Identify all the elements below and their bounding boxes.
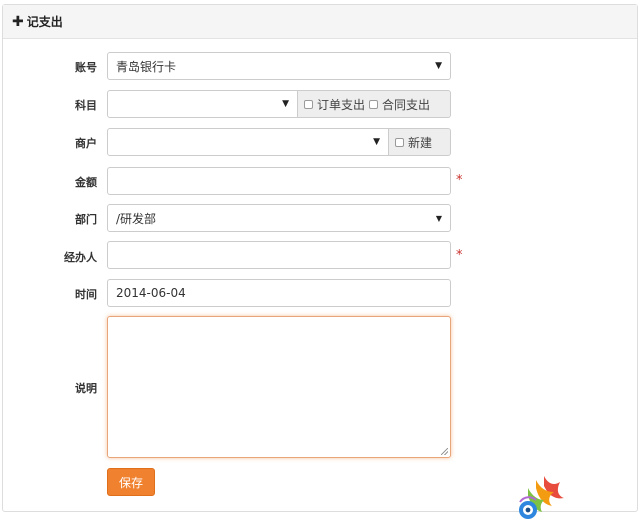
dropdown-caret-icon: ▼ bbox=[373, 137, 380, 147]
checkbox-icon[interactable] bbox=[395, 137, 404, 147]
amount-label: 金额 bbox=[75, 176, 97, 189]
department-label: 部门 bbox=[75, 213, 97, 226]
account-label: 账号 bbox=[75, 61, 97, 74]
amount-input[interactable] bbox=[107, 167, 451, 195]
merchant-label: 商户 bbox=[75, 137, 97, 150]
dropdown-caret-icon: ▼ bbox=[435, 213, 442, 223]
department-select-value: /研发部 bbox=[116, 211, 157, 226]
subject-label: 科目 bbox=[75, 99, 97, 112]
time-label: 时间 bbox=[75, 288, 97, 301]
handler-label: 经办人 bbox=[64, 251, 97, 264]
dropdown-caret-icon: ▼ bbox=[282, 99, 289, 109]
date-input[interactable]: 2014-06-04 bbox=[107, 279, 451, 307]
note-label: 说明 bbox=[75, 382, 97, 395]
merchant-select[interactable]: ▼ bbox=[107, 128, 389, 156]
amount-required-mark: * bbox=[456, 173, 463, 188]
app-logo bbox=[519, 476, 564, 519]
note-textarea[interactable] bbox=[107, 316, 451, 458]
save-button[interactable]: 保存 bbox=[107, 468, 155, 496]
merchant-options-addon: 新建 bbox=[389, 128, 451, 156]
account-select-value: 青岛银行卡 bbox=[116, 59, 177, 74]
new-merchant-checkbox[interactable]: 新建 bbox=[395, 134, 432, 151]
panel-title: 记支出 bbox=[26, 15, 63, 29]
dropdown-caret-icon: ▼ bbox=[435, 61, 442, 71]
resize-grip-icon[interactable] bbox=[441, 448, 448, 455]
subject-select[interactable]: ▼ bbox=[107, 90, 298, 118]
account-select[interactable]: 青岛银行卡 ▼ bbox=[107, 52, 451, 80]
order-expense-checkbox[interactable]: 订单支出 bbox=[304, 96, 365, 113]
checkbox-icon[interactable] bbox=[304, 99, 313, 109]
subject-options-addon: 订单支出 合同支出 bbox=[298, 90, 451, 118]
new-merchant-label: 新建 bbox=[408, 135, 433, 150]
handler-required-mark: * bbox=[456, 248, 463, 263]
checkbox-icon[interactable] bbox=[369, 99, 379, 109]
date-input-value: 2014-06-04 bbox=[116, 286, 186, 300]
plus-icon: ✚ bbox=[12, 13, 24, 30]
panel-heading: ✚ 记支出 bbox=[3, 5, 637, 39]
contract-expense-label: 合同支出 bbox=[382, 97, 431, 112]
contract-expense-checkbox[interactable]: 合同支出 bbox=[369, 96, 430, 113]
handler-input[interactable] bbox=[107, 241, 451, 269]
order-expense-label: 订单支出 bbox=[317, 97, 366, 112]
department-select[interactable]: /研发部 ▼ bbox=[107, 204, 451, 232]
